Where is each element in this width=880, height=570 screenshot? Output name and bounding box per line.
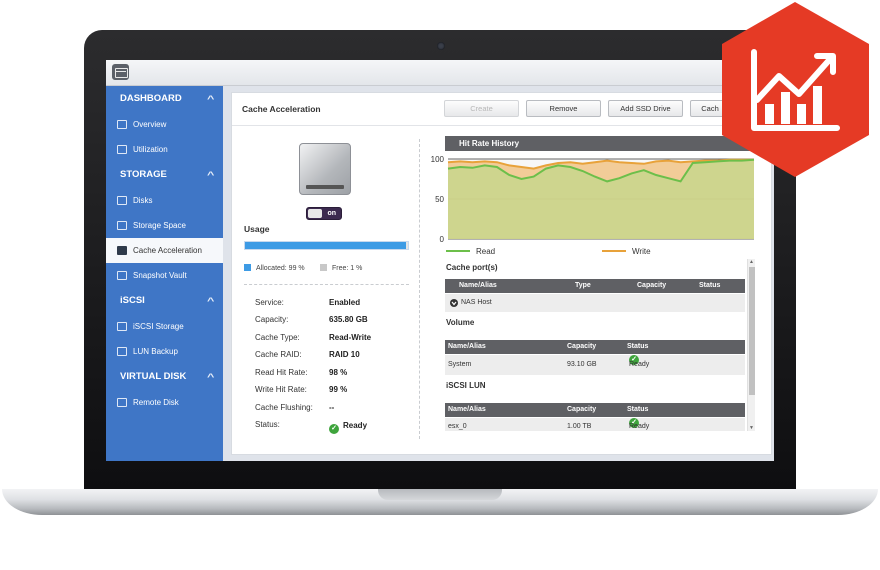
cache-ports-header: Name/Alias Type Capacity Status bbox=[445, 279, 745, 293]
check-icon: ✓ bbox=[329, 424, 339, 434]
detail-value: Enabled bbox=[329, 298, 361, 307]
volume-heading: Volume bbox=[446, 318, 475, 327]
sidebar-item-cache-acceleration[interactable]: Cache Acceleration bbox=[106, 238, 223, 263]
divider bbox=[232, 125, 773, 126]
app-topbar bbox=[106, 60, 774, 86]
cache-acceleration-panel: Cache Acceleration Create Remove Add SSD… bbox=[231, 92, 773, 455]
sidebar-item-remote-disk[interactable]: Remote Disk bbox=[106, 390, 223, 415]
page-title: Cache Acceleration bbox=[242, 104, 321, 114]
scroll-up-icon[interactable]: ▲ bbox=[749, 259, 754, 265]
sidebar-item-utilization[interactable]: Utilization bbox=[106, 137, 223, 162]
add-ssd-drive-button[interactable]: Add SSD Drive bbox=[608, 100, 683, 117]
detail-value: RAID 10 bbox=[329, 350, 360, 359]
detail-label: Service: bbox=[255, 298, 284, 307]
toggle-knob bbox=[308, 209, 322, 218]
detail-label: Cache Type: bbox=[255, 333, 300, 342]
scrollbar-thumb[interactable] bbox=[749, 267, 755, 395]
detail-value: -- bbox=[329, 403, 335, 412]
detail-label: Status: bbox=[255, 420, 280, 429]
legend-write: Write bbox=[602, 247, 651, 256]
sidebar-item-lun-backup[interactable]: LUN Backup bbox=[106, 339, 223, 364]
hit-rate-chart: 0 50 100 bbox=[431, 155, 755, 244]
table-row[interactable]: esx_0 1.00 TB ✓ Ready bbox=[445, 418, 745, 431]
iscsi-icon bbox=[117, 322, 127, 331]
divider bbox=[419, 139, 420, 439]
ssd-drive-icon bbox=[299, 143, 351, 195]
sidebar-item-overview[interactable]: Overview bbox=[106, 112, 223, 137]
write-line-swatch bbox=[602, 250, 626, 252]
allocated-swatch bbox=[244, 264, 251, 271]
detail-label: Capacity: bbox=[255, 315, 289, 324]
storage-space-icon bbox=[117, 221, 127, 230]
sidebar-section-virtual-disk[interactable]: VIRTUAL DISK ^ bbox=[106, 364, 223, 390]
detail-value: 99 % bbox=[329, 385, 348, 394]
laptop-notch bbox=[378, 489, 502, 500]
detail-label: Cache RAID: bbox=[255, 350, 302, 359]
iscsi-lun-header: Name/Alias Capacity Status bbox=[445, 403, 745, 417]
create-button[interactable]: Create bbox=[444, 100, 519, 117]
detail-label: Write Hit Rate: bbox=[255, 385, 307, 394]
app-menu-icon[interactable] bbox=[112, 64, 129, 80]
chevron-down-icon[interactable] bbox=[449, 294, 459, 320]
scroll-down-icon[interactable]: ▼ bbox=[749, 425, 754, 431]
detail-label: Cache Flushing: bbox=[255, 403, 313, 412]
webcam bbox=[437, 42, 445, 50]
snapshot-icon bbox=[117, 271, 127, 280]
scrollbar[interactable]: ▲ ▼ bbox=[747, 259, 755, 431]
free-swatch bbox=[320, 264, 327, 271]
backup-icon bbox=[117, 347, 127, 356]
sidebar-section-dashboard[interactable]: DASHBOARD ^ bbox=[106, 86, 223, 112]
cache-ports-heading: Cache port(s) bbox=[446, 263, 498, 272]
sidebar-item-snapshot-vault[interactable]: Snapshot Vault bbox=[106, 263, 223, 288]
chevron-up-icon: ^ bbox=[206, 372, 215, 382]
remote-disk-icon bbox=[117, 398, 127, 407]
usage-bar bbox=[244, 241, 409, 250]
disk-icon bbox=[117, 196, 127, 205]
chart-y-tick-label: 100 bbox=[431, 155, 445, 164]
table-row[interactable]: NAS Host bbox=[445, 294, 745, 312]
detail-value: 635.80 GB bbox=[329, 315, 368, 324]
legend-read: Read bbox=[446, 247, 495, 256]
read-line-swatch bbox=[446, 250, 470, 252]
detail-value: Read-Write bbox=[329, 333, 372, 342]
legend-free: Free: 1 % bbox=[320, 264, 362, 272]
sidebar-item-disks[interactable]: Disks bbox=[106, 188, 223, 213]
chart-analytics-icon bbox=[722, 2, 869, 177]
detail-value: 98 % bbox=[329, 368, 348, 377]
chart-title: Hit Rate History bbox=[445, 136, 754, 151]
table-row[interactable]: System 93.10 GB ✓ Ready bbox=[445, 355, 745, 375]
legend-allocated: Allocated: 99 % bbox=[244, 264, 305, 272]
iscsi-lun-heading: iSCSI LUN bbox=[446, 381, 486, 390]
divider bbox=[244, 284, 409, 285]
remove-button[interactable]: Remove bbox=[526, 100, 601, 117]
sidebar-item-storage-space[interactable]: Storage Space bbox=[106, 213, 223, 238]
status-ready: ✓ Ready bbox=[329, 421, 367, 434]
chevron-up-icon: ^ bbox=[206, 296, 215, 306]
overview-icon bbox=[117, 120, 127, 129]
volume-header: Name/Alias Capacity Status bbox=[445, 340, 745, 354]
detail-label: Read Hit Rate: bbox=[255, 368, 308, 377]
sidebar-item-iscsi-storage[interactable]: iSCSI Storage bbox=[106, 314, 223, 339]
chart-y-tick-label: 50 bbox=[435, 195, 444, 204]
sidebar: DASHBOARD ^ Overview Utilization STORAGE ^… bbox=[106, 86, 223, 461]
chevron-up-icon: ^ bbox=[206, 170, 215, 180]
chart-y-tick-label: 0 bbox=[440, 235, 445, 244]
screen: DASHBOARD ^ Overview Utilization STORAGE ^… bbox=[106, 60, 774, 461]
cache-toggle[interactable]: on bbox=[306, 207, 342, 220]
utilization-icon bbox=[117, 145, 127, 154]
chevron-up-icon: ^ bbox=[206, 94, 215, 104]
usage-label: Usage bbox=[244, 224, 270, 234]
sidebar-section-iscsi[interactable]: iSCSI ^ bbox=[106, 288, 223, 314]
cache-icon bbox=[117, 246, 127, 255]
usage-bar-fill bbox=[245, 242, 407, 249]
sidebar-section-storage[interactable]: STORAGE ^ bbox=[106, 162, 223, 188]
